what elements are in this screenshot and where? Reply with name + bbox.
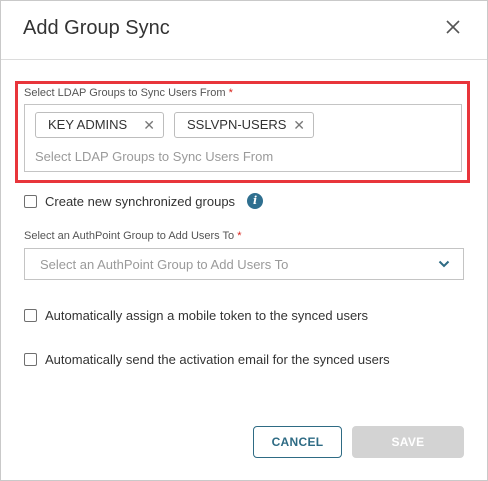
ldap-groups-multiselect[interactable]: KEY ADMINS ✕ SSLVPN-USERS ✕ Select LDAP … [24, 104, 462, 172]
send-email-checkbox[interactable] [24, 353, 37, 366]
required-mark: * [237, 230, 242, 242]
info-icon[interactable]: i [247, 193, 264, 209]
authpoint-group-select[interactable]: Select an AuthPoint Group to Add Users T… [24, 248, 464, 280]
remove-chip-icon[interactable]: ✕ [293, 113, 305, 137]
send-email-label[interactable]: Automatically send the activation email … [45, 352, 390, 367]
authpoint-group-label: Select an AuthPoint Group to Add Users T… [24, 230, 242, 242]
add-group-sync-dialog: Add Group Sync Select LDAP Groups to Syn… [0, 0, 488, 481]
save-button[interactable]: SAVE [352, 426, 464, 458]
dialog-title: Add Group Sync [23, 17, 170, 39]
authpoint-group-placeholder: Select an AuthPoint Group to Add Users T… [40, 257, 289, 272]
dialog-header: Add Group Sync [1, 1, 487, 60]
create-groups-checkbox[interactable] [24, 194, 37, 208]
create-groups-label[interactable]: Create new synchronized groups [45, 194, 235, 209]
chip-label: SSLVPN-USERS [187, 117, 287, 132]
cancel-button[interactable]: CANCEL [253, 426, 342, 458]
chevron-down-icon [438, 260, 450, 268]
ldap-groups-placeholder[interactable]: Select LDAP Groups to Sync Users From [35, 149, 273, 164]
chip-key-admins: KEY ADMINS ✕ [35, 112, 164, 138]
assign-token-label[interactable]: Automatically assign a mobile token to t… [45, 308, 368, 323]
assign-token-checkbox[interactable] [24, 309, 37, 322]
remove-chip-icon[interactable]: ✕ [143, 113, 155, 137]
chip-sslvpn-users: SSLVPN-USERS ✕ [174, 112, 314, 138]
send-email-row: Automatically send the activation email … [24, 352, 390, 367]
close-icon[interactable] [441, 15, 465, 39]
required-mark: * [228, 87, 233, 99]
assign-token-row: Automatically assign a mobile token to t… [24, 308, 368, 323]
chip-label: KEY ADMINS [48, 117, 128, 132]
ldap-groups-label: Select LDAP Groups to Sync Users From * [24, 87, 233, 99]
create-groups-row: Create new synchronized groups i [24, 193, 264, 209]
